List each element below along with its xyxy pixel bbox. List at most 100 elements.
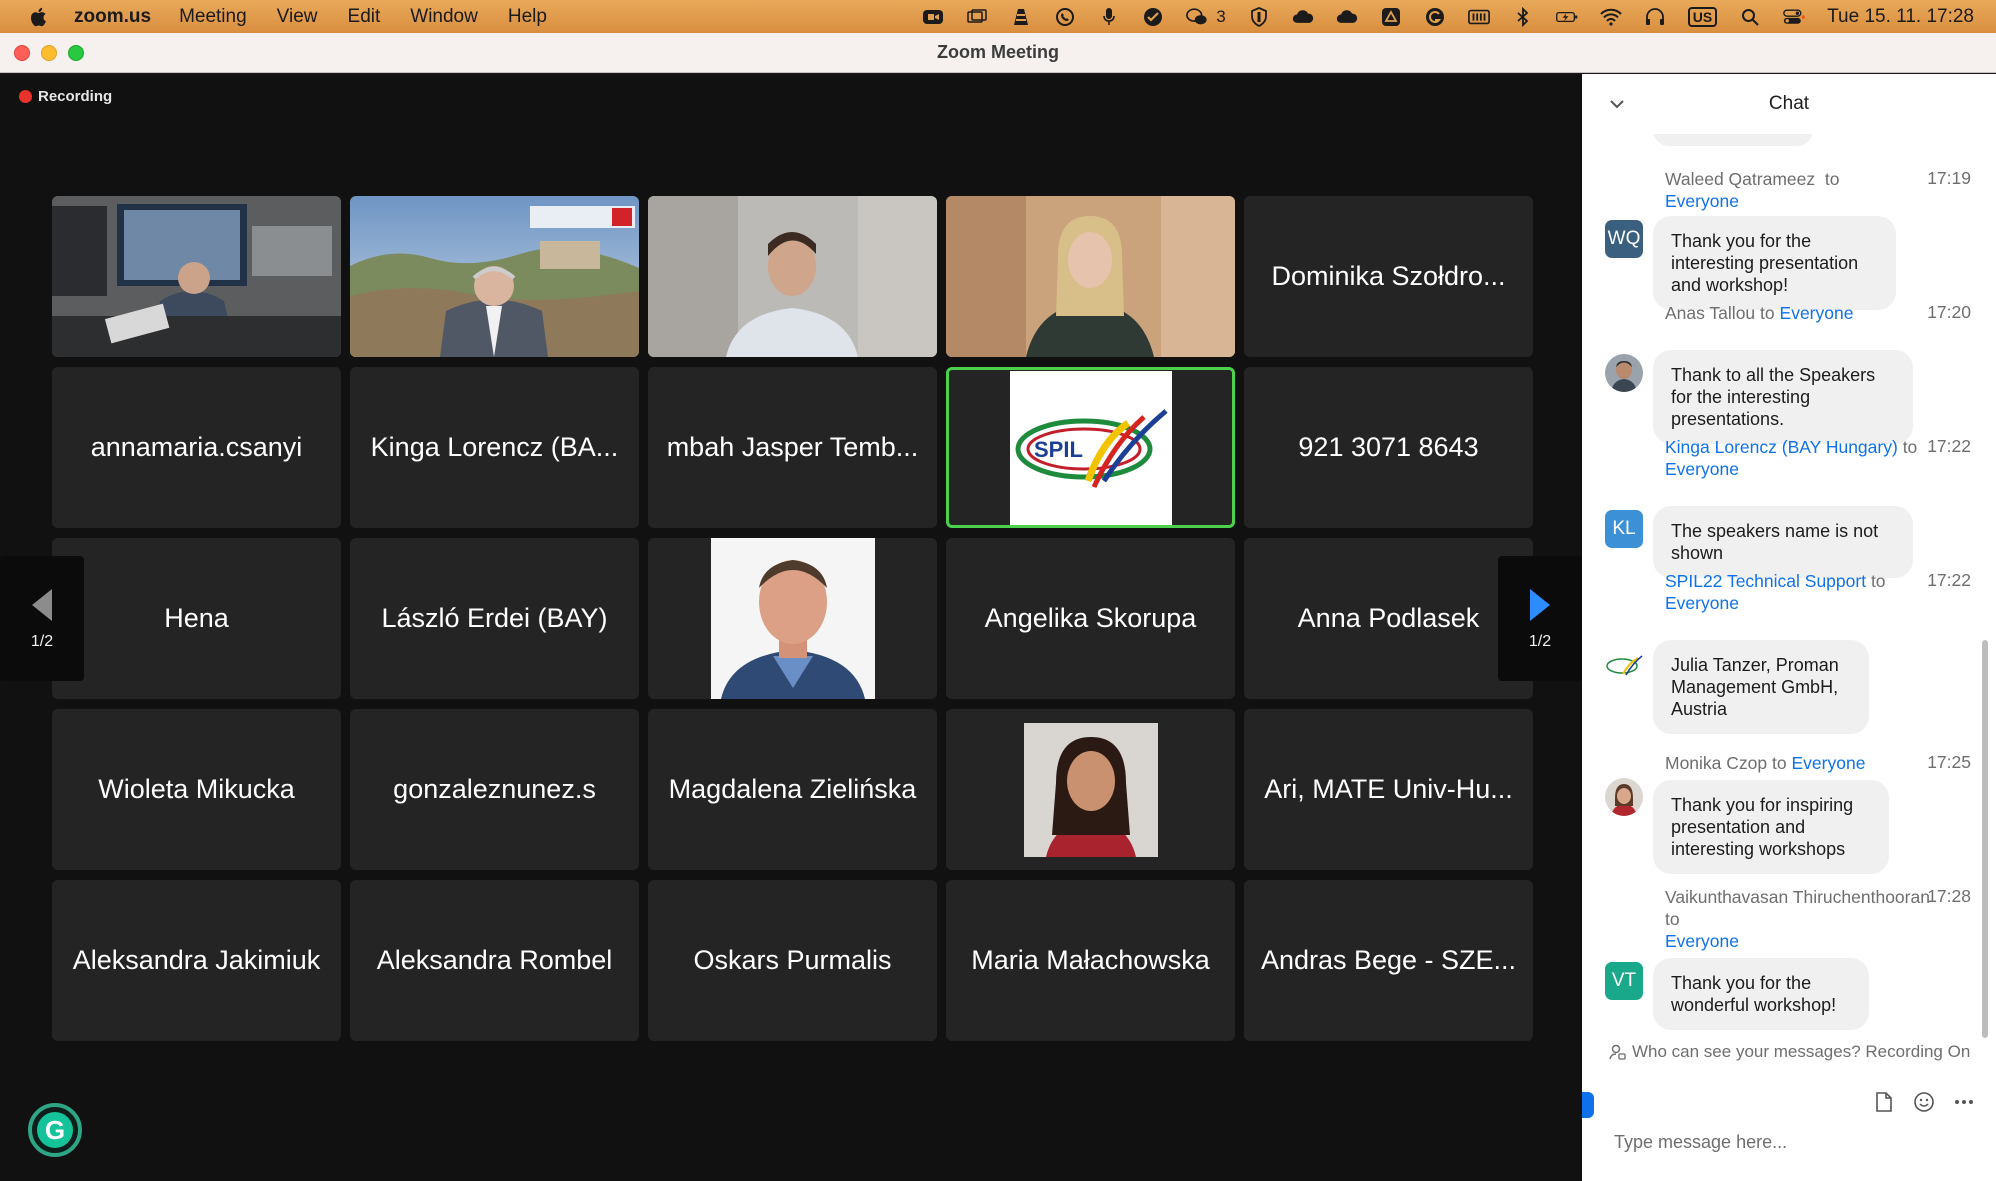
battery-charging-icon[interactable]: [1555, 7, 1578, 27]
participant-name: mbah Jasper Temb...: [666, 432, 919, 462]
wifi-icon[interactable]: [1599, 7, 1622, 27]
chat-message-bubble[interactable]: Thank to all the Speakers for the intere…: [1653, 350, 1913, 444]
participant-tile[interactable]: Andras Bege - SZE...: [1244, 880, 1533, 1041]
chat-timestamp: 17:22: [1927, 570, 1971, 590]
menubar-clock[interactable]: Tue 15. 11. 17:28: [1827, 6, 1974, 28]
viber-icon[interactable]: [1054, 7, 1076, 27]
participant-tile[interactable]: [648, 196, 937, 357]
apple-icon[interactable]: [24, 0, 54, 33]
participant-tile[interactable]: Maria Małachowska: [946, 880, 1235, 1041]
cloud-icon[interactable]: [1336, 7, 1358, 27]
chat-audience-link[interactable]: Everyone: [1665, 191, 1739, 211]
chat-avatar[interactable]: KL: [1605, 510, 1643, 548]
menu-help[interactable]: Help: [508, 6, 547, 28]
chat-sender: Vaikunthavasan Thiruchenthooran: [1665, 887, 1930, 907]
menu-edit[interactable]: Edit: [348, 6, 381, 28]
chat-avatar-photo[interactable]: [1605, 354, 1643, 392]
participant-tile[interactable]: [350, 196, 639, 357]
memory-icon[interactable]: [1467, 7, 1490, 27]
participant-name: László Erdei (BAY): [381, 603, 608, 633]
participant-tile[interactable]: [946, 196, 1235, 357]
chevron-left-icon: [32, 588, 52, 621]
shield-icon[interactable]: [1248, 6, 1270, 27]
close-window-button[interactable]: [14, 45, 30, 61]
participant-tile[interactable]: 921 3071 8643: [1244, 367, 1533, 528]
chat-audience-link[interactable]: Everyone: [1665, 931, 1739, 951]
participant-tile[interactable]: Aleksandra Rombel: [350, 880, 639, 1041]
chat-timestamp: 17:22: [1927, 436, 1971, 456]
search-icon[interactable]: [1739, 7, 1761, 27]
app-menu[interactable]: zoom.us: [74, 6, 151, 28]
participant-tile[interactable]: [648, 538, 937, 699]
chat-message-bubble[interactable]: Julia Tanzer, Proman Management GmbH, Au…: [1653, 640, 1869, 734]
window-icon[interactable]: [966, 7, 988, 27]
fullscreen-window-button[interactable]: [68, 45, 84, 61]
chat-avatar[interactable]: WQ: [1605, 220, 1643, 258]
participant-tile[interactable]: Aleksandra Jakimiuk: [52, 880, 341, 1041]
chat-message-list[interactable]: Waleed Qatrameez to Everyone 17:19 WQ Th…: [1582, 134, 1982, 1102]
participant-name: Dominika Szołdro...: [1271, 261, 1506, 291]
participant-tile[interactable]: [52, 196, 341, 357]
checkbox-icon[interactable]: [1142, 7, 1164, 27]
participant-tile[interactable]: annamaria.csanyi: [52, 367, 341, 528]
participant-tile[interactable]: Angelika Skorupa: [946, 538, 1235, 699]
chat-privacy-notice[interactable]: Who can see your messages? Recording On: [1608, 1042, 1970, 1062]
file-icon[interactable]: [1872, 1090, 1896, 1114]
participant-tile[interactable]: Anna Podlasek: [1244, 538, 1533, 699]
compose-toolbar: [1872, 1090, 1976, 1114]
menu-window[interactable]: Window: [410, 6, 478, 28]
bluetooth-icon[interactable]: [1512, 6, 1534, 27]
chat-avatar[interactable]: VT: [1605, 962, 1643, 1000]
participant-tile-active-speaker[interactable]: SPIL: [946, 367, 1235, 528]
chat-avatar-spil-logo[interactable]: [1605, 646, 1643, 684]
user-lock-icon: [1609, 1044, 1626, 1060]
grammarly-widget-button[interactable]: G: [28, 1103, 82, 1157]
participant-tile[interactable]: Dominika Szołdro...: [1244, 196, 1533, 357]
wechat-icon[interactable]: [1186, 7, 1208, 27]
participant-tile[interactable]: Kinga Lorencz (BA...: [350, 367, 639, 528]
participant-tile[interactable]: Wioleta Mikucka: [52, 709, 341, 870]
participant-tile[interactable]: mbah Jasper Temb...: [648, 367, 937, 528]
grammarly-icon: G: [37, 1112, 73, 1148]
emoji-icon[interactable]: [1912, 1090, 1936, 1114]
chat-message-bubble[interactable]: Thank you for the interesting presentati…: [1653, 216, 1896, 310]
chat-timestamp: 17:19: [1927, 168, 1971, 188]
chat-message-bubble[interactable]: Thank you for the wonderful workshop!: [1653, 958, 1869, 1030]
participant-tile[interactable]: [946, 709, 1235, 870]
participant-tile[interactable]: Oskars Purmalis: [648, 880, 937, 1041]
cloud-icon[interactable]: [1292, 7, 1314, 27]
chat-message-bubble[interactable]: Thank you for inspiring presentation and…: [1653, 780, 1889, 874]
microphone-icon[interactable]: [1098, 7, 1120, 27]
participant-tile[interactable]: Ari, MATE Univ-Hu...: [1244, 709, 1533, 870]
control-center-icon[interactable]: [1783, 7, 1806, 27]
chat-audience-link[interactable]: Everyone: [1665, 459, 1739, 479]
participant-tile[interactable]: Hena: [52, 538, 341, 699]
chat-audience-link[interactable]: Everyone: [1792, 753, 1866, 773]
zoom-video-icon[interactable]: [922, 7, 944, 27]
window-titlebar: Zoom Meeting: [0, 33, 1996, 73]
compose-focus-marker: [1582, 1092, 1594, 1118]
next-page-button[interactable]: 1/2: [1498, 556, 1582, 681]
chat-message-input[interactable]: Type message here...: [1614, 1132, 1964, 1153]
chat-audience-link[interactable]: Everyone: [1665, 593, 1739, 613]
menu-meeting[interactable]: Meeting: [179, 6, 247, 28]
minimize-window-button[interactable]: [41, 45, 57, 61]
previous-page-button[interactable]: 1/2: [0, 556, 84, 681]
chevron-down-icon[interactable]: [1610, 96, 1624, 114]
recording-indicator[interactable]: Recording: [19, 88, 112, 105]
chevron-right-icon: [1530, 588, 1550, 621]
grammarly-icon[interactable]: [1424, 7, 1446, 27]
participant-tile[interactable]: gonzaleznunez.s: [350, 709, 639, 870]
chat-scrollbar[interactable]: [1982, 640, 1988, 1038]
chat-avatar-photo[interactable]: [1605, 778, 1643, 816]
more-options-icon[interactable]: [1952, 1090, 1976, 1114]
participant-tile[interactable]: Magdalena Zielińska: [648, 709, 937, 870]
vlc-icon[interactable]: [1010, 7, 1032, 27]
chat-audience-link[interactable]: Everyone: [1780, 303, 1854, 323]
chat-message-bubble[interactable]: The speakers name is not shown: [1653, 506, 1913, 578]
headphones-icon[interactable]: [1644, 7, 1666, 27]
menu-view[interactable]: View: [277, 6, 318, 28]
drive-icon[interactable]: [1380, 7, 1402, 27]
participant-tile[interactable]: László Erdei (BAY): [350, 538, 639, 699]
keyboard-layout-icon[interactable]: US: [1687, 6, 1718, 27]
